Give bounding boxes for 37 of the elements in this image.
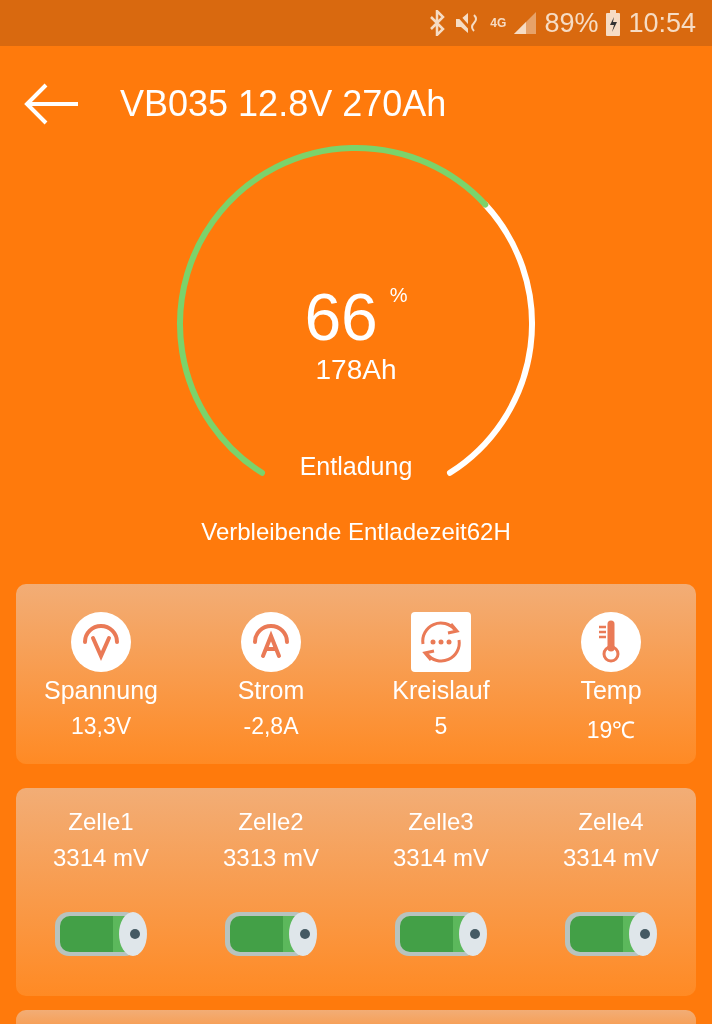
- ammeter-icon: [241, 612, 301, 672]
- metric-value: 19℃: [586, 716, 636, 745]
- percent-unit: %: [389, 284, 408, 307]
- charge-percent: 66: [304, 284, 378, 350]
- clock: 10:54: [628, 7, 696, 39]
- charge-mode: Entladung: [298, 452, 414, 481]
- cell-label: Zelle1: [68, 808, 134, 836]
- battery-cell-icon: [395, 910, 487, 958]
- signal-icon: [514, 12, 537, 34]
- bluetooth-icon: [428, 10, 447, 36]
- device-title: VB035 12.8V 270Ah: [120, 83, 447, 125]
- cycle-icon: [411, 612, 471, 672]
- thermometer-icon: [581, 612, 641, 672]
- metric-label: Temp: [580, 676, 642, 705]
- cell-voltage: 3314 mV: [392, 844, 490, 872]
- battery-charging-icon: [606, 10, 621, 36]
- metric-label: Kreislauf: [392, 676, 490, 705]
- battery-percent: 89%: [544, 7, 599, 39]
- voltmeter-icon: [71, 612, 131, 672]
- battery-cell-icon: [565, 910, 657, 958]
- battery-cell-icon: [55, 910, 147, 958]
- metric-label: Strom: [237, 676, 305, 705]
- cell-label: Zelle4: [578, 808, 644, 836]
- metric-value: 5: [434, 713, 448, 740]
- back-arrow-icon[interactable]: [24, 82, 80, 126]
- metric-label: Spannung: [44, 676, 158, 705]
- remaining-time: Verbleibende Entladezeit62H: [200, 518, 512, 546]
- cell-label: Zelle3: [408, 808, 474, 836]
- cell-voltage: 3314 mV: [562, 844, 660, 872]
- battery-cell-icon: [225, 910, 317, 958]
- cell-voltage: 3314 mV: [52, 844, 150, 872]
- network-type: 4G: [490, 16, 507, 30]
- metric-value: 13,3V: [70, 713, 132, 740]
- cell-voltage: 3313 mV: [222, 844, 320, 872]
- remaining-capacity: 178Ah: [315, 354, 397, 386]
- cell-label: Zelle2: [238, 808, 304, 836]
- metric-value: -2,8A: [243, 713, 299, 740]
